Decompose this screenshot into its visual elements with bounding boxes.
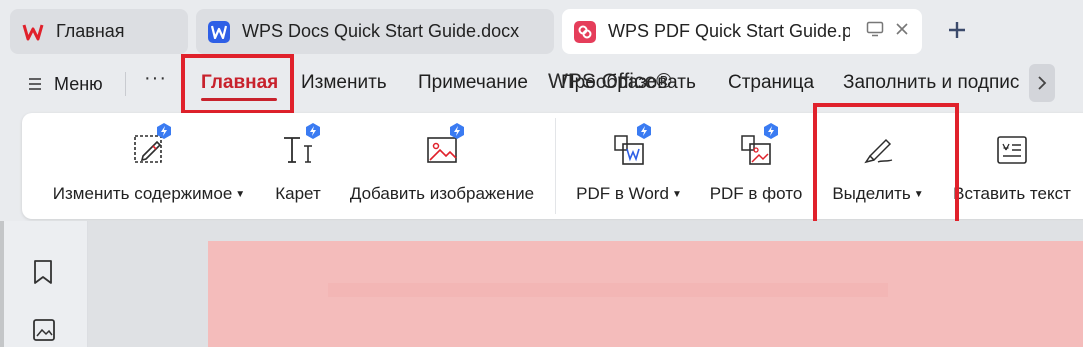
add-image-label: Добавить изображение: [349, 184, 535, 203]
tab-fill-sign[interactable]: Заполнить и подпис: [843, 72, 1019, 94]
add-image-button[interactable]: Добавить изображение: [342, 113, 542, 219]
new-tab-button[interactable]: [944, 17, 970, 43]
page-faint-banner: [328, 283, 888, 297]
caret-button[interactable]: Карет: [268, 113, 328, 219]
pdf-doc-icon: [574, 20, 596, 43]
premium-badge-icon: [157, 123, 171, 139]
tab-annotate[interactable]: Примечание: [418, 72, 528, 94]
tab-actions: [866, 9, 910, 54]
premium-badge-icon: [637, 123, 651, 139]
tab-page[interactable]: Страница: [728, 72, 814, 94]
pdf-to-image-label: PDF в фото: [709, 184, 803, 203]
text-cursor-icon: [276, 123, 320, 170]
tab-bar: Главная WPS Docs Quick Start Guide.docx …: [0, 0, 1083, 62]
monitor-icon[interactable]: [866, 21, 884, 42]
thumbnails-icon[interactable]: [32, 318, 56, 347]
bookmark-icon[interactable]: [32, 259, 54, 290]
premium-badge-icon: [764, 123, 778, 139]
pdf-to-word-button[interactable]: PDF в Word ▼: [568, 113, 690, 219]
edit-content-label: Изменить содержимое: [52, 184, 233, 203]
document-page[interactable]: [208, 241, 1083, 347]
pdf-to-word-icon: [607, 123, 651, 170]
chevron-down-icon: ▼: [235, 188, 246, 200]
plus-icon: [949, 22, 965, 38]
caret-label: Карет: [275, 184, 321, 203]
insert-text-icon: [990, 128, 1034, 170]
scroll-tabs-right-button[interactable]: [1029, 64, 1055, 102]
annotation-box-highlight: [813, 103, 959, 232]
left-sidebar: [0, 221, 88, 347]
tab-label: Главная: [56, 21, 125, 41]
tab-label: WPS PDF Quick Start Guide.pdf: [608, 21, 850, 41]
pdf-to-image-button[interactable]: PDF в фото: [706, 113, 806, 219]
pdf-to-image-icon: [734, 123, 778, 170]
divider: [125, 72, 126, 96]
edit-content-button[interactable]: Изменить содержимое ▼: [46, 113, 252, 219]
word-doc-icon: [208, 20, 230, 43]
close-tab-icon[interactable]: [894, 21, 910, 42]
premium-badge-icon: [306, 123, 320, 139]
main-menu-button[interactable]: Меню: [28, 70, 103, 98]
premium-badge-icon: [450, 123, 464, 139]
chevron-right-icon: [1038, 76, 1047, 90]
hamburger-icon: [29, 78, 41, 90]
ribbon-divider: [555, 118, 556, 214]
insert-text-button[interactable]: Вставить текст: [950, 113, 1074, 219]
add-image-icon: [420, 123, 464, 170]
page-heading: WPS Office®: [548, 70, 672, 93]
annotation-box-home-tab: [181, 54, 294, 114]
window-edge: [0, 221, 4, 347]
tab-label: WPS Docs Quick Start Guide.docx: [242, 21, 520, 41]
insert-text-label: Вставить текст: [953, 184, 1071, 203]
tab-home[interactable]: Главная: [10, 9, 188, 54]
edit-content-icon: [127, 123, 171, 170]
more-options-button[interactable]: ···: [144, 67, 167, 90]
pdf-to-word-label: PDF в Word: [576, 184, 669, 203]
tab-docs-guide[interactable]: WPS Docs Quick Start Guide.docx: [196, 9, 554, 54]
chevron-down-icon: ▼: [671, 188, 682, 200]
tab-edit[interactable]: Изменить: [301, 72, 387, 94]
menu-row: Меню ··· Главная Изменить Примечание Пре…: [0, 62, 1083, 108]
wps-logo-icon: [22, 21, 44, 43]
tab-pdf-guide[interactable]: WPS PDF Quick Start Guide.pdf: [562, 9, 922, 54]
main-menu-label: Меню: [54, 73, 103, 94]
